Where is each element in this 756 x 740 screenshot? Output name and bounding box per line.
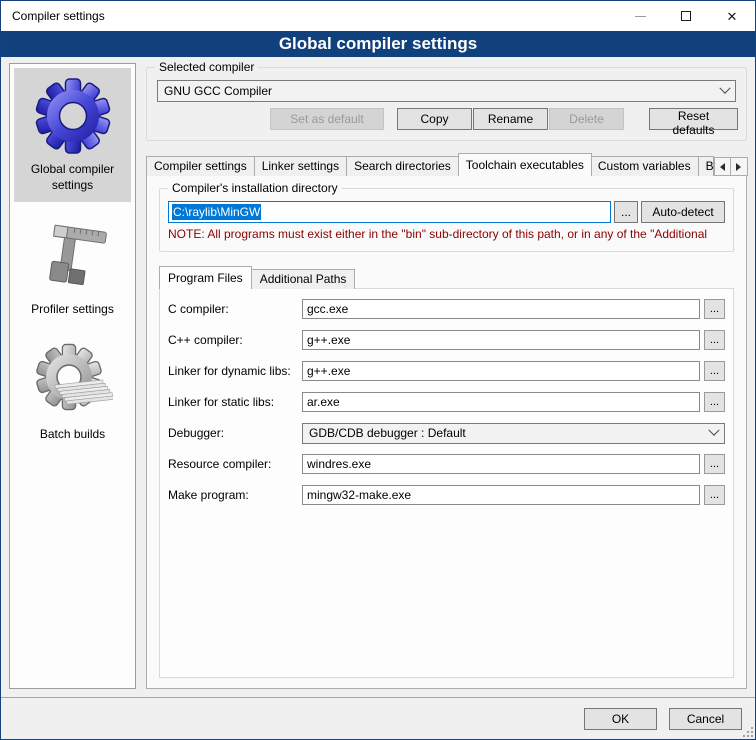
compiler-actions: Set as default Copy Rename Delete Reset …	[147, 108, 746, 130]
maximize-icon	[681, 11, 691, 21]
close-button[interactable]: ✕	[709, 1, 755, 31]
selected-compiler-group: Selected compiler GNU GCC Compiler Set a…	[146, 67, 747, 141]
installation-directory-legend: Compiler's installation directory	[168, 181, 342, 195]
make-program-browse-button[interactable]: ...	[704, 485, 725, 505]
gray-gear-stack-icon	[33, 341, 113, 421]
sidebar-item-batch-builds[interactable]: Batch builds	[14, 333, 131, 452]
static-linker-input[interactable]	[302, 392, 700, 412]
static-linker-browse-button[interactable]: ...	[704, 392, 725, 412]
c-compiler-label: C compiler:	[168, 302, 302, 316]
sidebar-item-profiler-settings[interactable]: Profiler settings	[14, 208, 131, 327]
static-linker-row: Linker for static libs: ...	[168, 391, 725, 413]
installation-directory-value: C:\raylib\MinGW	[172, 204, 261, 220]
settings-content: Selected compiler GNU GCC Compiler Set a…	[146, 63, 747, 689]
tab-program-files[interactable]: Program Files	[159, 266, 252, 289]
dynamic-linker-browse-button[interactable]: ...	[704, 361, 725, 381]
auto-detect-button[interactable]: Auto-detect	[641, 201, 725, 223]
rename-button[interactable]: Rename	[473, 108, 548, 130]
title-bar[interactable]: Compiler settings ✕	[1, 1, 755, 31]
resource-compiler-row: Resource compiler: ...	[168, 453, 725, 475]
resize-grip[interactable]	[742, 726, 754, 738]
tab-custom-variables[interactable]: Custom variables	[591, 156, 699, 176]
tab-additional-paths[interactable]: Additional Paths	[251, 269, 356, 289]
page-title: Global compiler settings	[1, 31, 755, 57]
settings-tab-strip: Compiler settings Linker settings Search…	[146, 153, 747, 176]
delete-button[interactable]: Delete	[549, 108, 624, 130]
copy-button[interactable]: Copy	[397, 108, 472, 130]
dialog-body: Global compiler settings	[1, 57, 755, 697]
toolchain-executables-page: Compiler's installation directory C:\ray…	[146, 175, 747, 689]
debugger-label: Debugger:	[168, 426, 302, 440]
set-as-default-button[interactable]: Set as default	[270, 108, 384, 130]
sidebar-item-label: Batch builds	[40, 427, 105, 443]
static-linker-label: Linker for static libs:	[168, 395, 302, 409]
browse-directory-button[interactable]: ...	[614, 201, 638, 223]
minimize-icon	[635, 16, 646, 17]
caliper-icon	[33, 216, 113, 296]
arrow-right-icon	[736, 163, 741, 171]
selected-compiler-legend: Selected compiler	[155, 60, 258, 74]
resource-compiler-browse-button[interactable]: ...	[704, 454, 725, 474]
make-program-row: Make program: ...	[168, 484, 725, 506]
sidebar-item-label: Profiler settings	[31, 302, 114, 318]
compiler-select-value: GNU GCC Compiler	[164, 84, 721, 98]
tab-toolchain-executables[interactable]: Toolchain executables	[458, 153, 592, 176]
minimize-button[interactable]	[617, 1, 663, 31]
reset-defaults-button[interactable]: Reset defaults	[649, 108, 738, 130]
program-files-tab-strip: Program Files Additional Paths	[159, 266, 734, 289]
window-controls: ✕	[617, 1, 755, 31]
tab-search-directories[interactable]: Search directories	[347, 156, 459, 176]
tab-scroll-arrows	[714, 157, 748, 176]
cpp-compiler-row: C++ compiler: ...	[168, 329, 725, 351]
debugger-row: Debugger: GDB/CDB debugger : Default	[168, 422, 725, 444]
settings-category-sidebar: Global compiler settings	[9, 63, 136, 689]
tab-build-options[interactable]: Build options	[699, 156, 714, 176]
make-program-label: Make program:	[168, 488, 302, 502]
sidebar-item-global-compiler-settings[interactable]: Global compiler settings	[14, 68, 131, 202]
dynamic-linker-row: Linker for dynamic libs: ...	[168, 360, 725, 382]
maximize-button[interactable]	[663, 1, 709, 31]
c-compiler-row: C compiler: ...	[168, 298, 725, 320]
tab-scroll-left-button[interactable]	[714, 157, 731, 176]
c-compiler-input[interactable]	[302, 299, 700, 319]
arrow-left-icon	[720, 163, 725, 171]
cancel-button[interactable]: Cancel	[669, 708, 742, 730]
resource-compiler-label: Resource compiler:	[168, 457, 302, 471]
dynamic-linker-label: Linker for dynamic libs:	[168, 364, 302, 378]
chevron-down-icon	[708, 425, 719, 436]
debugger-select-value: GDB/CDB debugger : Default	[309, 426, 710, 440]
cpp-compiler-browse-button[interactable]: ...	[704, 330, 725, 350]
blue-gear-icon	[33, 76, 113, 156]
compiler-settings-dialog: Compiler settings ✕ Global compiler sett…	[0, 0, 756, 740]
dialog-footer: OK Cancel	[1, 697, 755, 739]
tab-scroll-right-button[interactable]	[731, 157, 748, 176]
make-program-input[interactable]	[302, 485, 700, 505]
sidebar-item-label: Global compiler settings	[16, 162, 129, 193]
window-title: Compiler settings	[1, 9, 105, 23]
program-files-page: C compiler: ... C++ compiler: ... Linker…	[159, 288, 734, 678]
c-compiler-browse-button[interactable]: ...	[704, 299, 725, 319]
debugger-select[interactable]: GDB/CDB debugger : Default	[302, 423, 725, 444]
ok-button[interactable]: OK	[584, 708, 657, 730]
chevron-down-icon	[719, 83, 730, 94]
installation-directory-input[interactable]: C:\raylib\MinGW	[168, 201, 611, 223]
resource-compiler-input[interactable]	[302, 454, 700, 474]
cpp-compiler-input[interactable]	[302, 330, 700, 350]
close-icon: ✕	[727, 10, 738, 23]
compiler-select[interactable]: GNU GCC Compiler	[157, 80, 736, 102]
tab-compiler-settings[interactable]: Compiler settings	[146, 156, 255, 176]
installation-directory-row: C:\raylib\MinGW ... Auto-detect	[168, 201, 725, 223]
dynamic-linker-input[interactable]	[302, 361, 700, 381]
cpp-compiler-label: C++ compiler:	[168, 333, 302, 347]
tab-linker-settings[interactable]: Linker settings	[255, 156, 347, 176]
installation-directory-group: Compiler's installation directory C:\ray…	[159, 188, 734, 252]
installation-directory-note: NOTE: All programs must exist either in …	[168, 227, 725, 241]
